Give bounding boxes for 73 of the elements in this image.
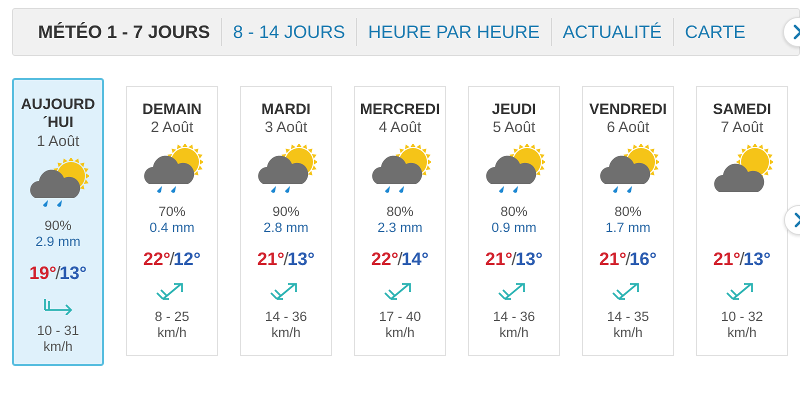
date: 4 Août (378, 119, 422, 136)
day-name: DEMAIN (142, 101, 202, 118)
day-card[interactable]: DEMAIN 2 Août 70% 0.4 mm 22°/12° 8 - 25 km/h (126, 86, 218, 356)
wind-speed: 14 - 36 (492, 309, 536, 325)
date: 6 Août (606, 119, 650, 136)
slash: / (739, 249, 744, 269)
low-temperature: 13° (516, 249, 543, 269)
day-name: MERCREDI (360, 101, 440, 118)
wind-unit: km/h (385, 325, 415, 341)
rain-amount: 2.9 mm (35, 234, 80, 250)
high-temperature: 21° (713, 249, 740, 269)
wind-unit: km/h (157, 325, 187, 341)
day-name: AUJOURD´HUI (20, 96, 96, 132)
wind-speed: 14 - 35 (606, 309, 650, 325)
slash: / (511, 249, 516, 269)
day-card[interactable]: JEUDI 5 Août 80% 0.9 mm 21°/13° 14 - 36 km/h (468, 86, 560, 356)
date: 2 Août (150, 119, 194, 136)
date: 3 Août (264, 119, 308, 136)
rain-amount: 2.8 mm (263, 220, 308, 236)
wind-speed: 14 - 36 (264, 309, 308, 325)
day-card[interactable]: MERCREDI 4 Août 80% 2.3 mm 22°/14° 17 - 40 km/h (354, 86, 446, 356)
day-name: SAMEDI (712, 101, 772, 118)
tab[interactable]: MÉTÉO 1 - 7 JOURS (27, 22, 222, 42)
wind-speed: 10 - 32 (720, 309, 764, 325)
date: 1 Août (36, 133, 80, 150)
rain-amount: 2.3 mm (377, 220, 422, 236)
low-temperature: 12° (174, 249, 201, 269)
rain-probability: 90% (43, 218, 72, 234)
rain-probability: 80% (613, 204, 642, 220)
wind-unit: km/h (727, 325, 757, 341)
tab[interactable]: ACTUALITÉ (552, 22, 673, 42)
rain-amount: 0.9 mm (491, 220, 536, 236)
low-temperature: 13° (288, 249, 315, 269)
tab[interactable]: HEURE PAR HEURE (357, 22, 551, 42)
day-card[interactable]: VENDREDI 6 Août 80% 1.7 mm 21°/16° 14 - 35 km/h (582, 86, 674, 356)
rain-probability: 70% (157, 204, 186, 220)
day-name: VENDREDI (589, 101, 667, 118)
date: 5 Août (492, 119, 536, 136)
day-card[interactable]: MARDI 3 Août 90% 2.8 mm 21°/13° 14 - 36 km/h (240, 86, 332, 356)
slash: / (397, 249, 402, 269)
rain-probability: 80% (385, 204, 414, 220)
wind-speed: 17 - 40 (378, 309, 422, 325)
high-temperature: 22° (371, 249, 398, 269)
low-temperature: 13° (60, 263, 87, 283)
high-temperature: 21° (485, 249, 512, 269)
slash: / (283, 249, 288, 269)
rain-probability: 90% (271, 204, 300, 220)
tab[interactable]: CARTE (674, 22, 757, 42)
slash: / (625, 249, 630, 269)
high-temperature: 22° (143, 249, 170, 269)
rain-amount: 0.4 mm (149, 220, 194, 236)
wind-unit: km/h (613, 325, 643, 341)
low-temperature: 16° (630, 249, 657, 269)
rain-amount: 1.7 mm (605, 220, 650, 236)
day-card[interactable]: AUJOURD´HUI 1 Août 90% 2.9 mm 19°/13° 10 - 31 km/h (12, 78, 104, 366)
low-temperature: 13° (744, 249, 771, 269)
high-temperature: 19° (29, 263, 56, 283)
wind-speed: 8 - 25 (154, 309, 190, 325)
tab[interactable]: 8 - 14 JOURS (222, 22, 356, 42)
slash: / (55, 263, 60, 283)
day-name: MARDI (261, 101, 311, 118)
wind-unit: km/h (271, 325, 301, 341)
high-temperature: 21° (599, 249, 626, 269)
day-name: JEUDI (492, 101, 536, 118)
slash: / (169, 249, 174, 269)
high-temperature: 21° (257, 249, 284, 269)
rain-probability: 80% (499, 204, 528, 220)
wind-unit: km/h (43, 339, 73, 355)
low-temperature: 14° (402, 249, 429, 269)
day-card[interactable]: SAMEDI 7 Août 21°/13° 10 - 32 km/h (696, 86, 788, 356)
wind-speed: 10 - 31 (36, 323, 80, 339)
wind-unit: km/h (499, 325, 529, 341)
date: 7 Août (720, 119, 764, 136)
